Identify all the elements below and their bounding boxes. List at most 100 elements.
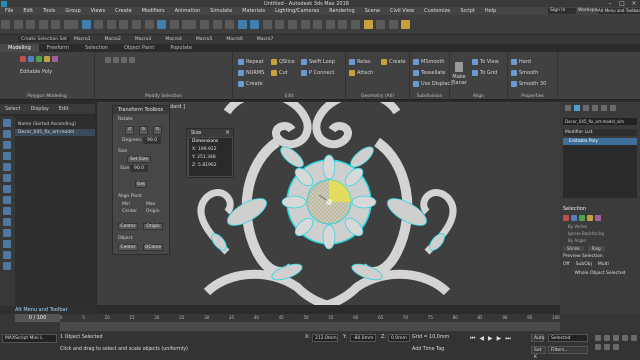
macro4-button[interactable]: Macro4 <box>165 37 181 42</box>
relax-button[interactable]: Relax <box>349 59 371 65</box>
element-icon[interactable] <box>52 56 58 62</box>
next-frame-icon[interactable]: ▶ <box>497 335 502 343</box>
scene-item[interactable]: Decor_045_fix_art-model <box>15 129 95 136</box>
align-icon[interactable] <box>313 20 323 29</box>
reference-coord-icon[interactable] <box>182 20 197 29</box>
layer-explorer-icon[interactable] <box>325 20 335 29</box>
selected-dropdown[interactable]: Selected <box>548 334 588 342</box>
size-input[interactable]: 90.0 <box>130 165 148 172</box>
menu-materials[interactable]: Materials <box>237 8 270 14</box>
by-angle-checkbox[interactable]: By Angle: <box>568 238 632 243</box>
repeat-button[interactable]: Repeat <box>238 59 264 65</box>
menu-scene[interactable]: Scene <box>360 8 385 14</box>
orbit-icon[interactable] <box>604 344 610 350</box>
filter-cameras-icon[interactable] <box>3 152 11 160</box>
menu-create[interactable]: Create <box>110 8 137 14</box>
display-panel-icon[interactable] <box>601 105 607 111</box>
redo-icon[interactable] <box>13 20 23 29</box>
invert-display-icon[interactable] <box>3 240 11 248</box>
close-icon[interactable]: × <box>628 0 640 7</box>
tab-freeform[interactable]: Freeform <box>39 44 77 52</box>
angle-snap-icon[interactable] <box>250 20 260 29</box>
pivot-center-button[interactable]: Center <box>118 223 138 230</box>
menu-group[interactable]: Group <box>60 8 85 14</box>
rotate-center-icon[interactable]: ↻ <box>139 126 148 135</box>
unlink-icon[interactable] <box>38 20 48 29</box>
workspace-select[interactable]: Alt Menu and Toolbar <box>598 8 640 14</box>
swift-loop-button[interactable]: Swift Loop <box>301 59 335 65</box>
cut-button[interactable]: Cut <box>271 70 288 76</box>
qslice-button[interactable]: QSlice <box>271 59 295 65</box>
macro1-button[interactable]: Macro1 <box>74 37 90 42</box>
object-name-input[interactable]: Decor_045_fix_art-model_sim <box>563 118 637 125</box>
geometry-create-button[interactable]: Create <box>381 59 406 65</box>
stack-item-editable-poly[interactable]: Editable Poly <box>563 138 637 145</box>
max-radio[interactable]: Max <box>146 202 155 207</box>
spinner-snap-icon[interactable] <box>275 20 285 29</box>
create-panel-icon[interactable] <box>565 105 571 111</box>
schematic-view-icon[interactable] <box>351 20 361 29</box>
subobj-polygon-icon[interactable] <box>587 215 593 221</box>
render-setup-icon[interactable] <box>376 20 386 29</box>
grow-icon[interactable] <box>105 57 111 63</box>
menu-modifiers[interactable]: Modifiers <box>137 8 170 14</box>
play-icon[interactable]: ▶ <box>488 335 493 343</box>
link-icon[interactable] <box>26 20 36 29</box>
x-coordinate-field[interactable]: 212.0mm <box>312 334 338 342</box>
material-editor-icon[interactable] <box>363 20 373 29</box>
menu-views[interactable]: Views <box>86 8 110 14</box>
sync-selection-icon[interactable] <box>3 262 11 270</box>
go-to-end-icon[interactable]: ⏭ <box>505 335 510 343</box>
get-button[interactable]: Get <box>135 181 147 188</box>
menu-lighting-cameras[interactable]: Lighting/Cameras <box>270 8 324 14</box>
macro3-button[interactable]: Macro3 <box>135 37 151 42</box>
filter-icon[interactable] <box>63 20 78 29</box>
selection-set-dropdown[interactable]: Create Selection Set <box>18 37 70 42</box>
preview-multi-radio[interactable]: Multi <box>598 262 609 267</box>
pan-icon[interactable] <box>595 344 601 350</box>
keyboard-shortcut-icon[interactable] <box>225 20 235 29</box>
make-planar-button[interactable]: Make Planar <box>451 62 467 86</box>
menu-rendering[interactable]: Rendering <box>324 8 360 14</box>
by-vertex-checkbox[interactable]: By Vertex <box>568 224 632 229</box>
track-bar[interactable] <box>60 322 560 331</box>
rotate-left-icon[interactable]: ↺ <box>125 126 134 135</box>
prev-frame-icon[interactable]: ◀ <box>479 335 484 343</box>
move-icon[interactable] <box>131 20 141 29</box>
tab-select[interactable]: Select <box>0 106 25 112</box>
filter-spacewarps-icon[interactable] <box>3 174 11 182</box>
rect-selection-icon[interactable] <box>106 20 116 29</box>
attach-button[interactable]: Attach <box>349 70 373 76</box>
vertex-icon[interactable] <box>20 56 26 62</box>
preview-off-radio[interactable]: Off <box>563 262 570 267</box>
tessellate-button[interactable]: Tessellate <box>413 70 445 76</box>
macro5-button[interactable]: Macro5 <box>196 37 212 42</box>
to-grid-button[interactable]: To Grid <box>472 70 497 76</box>
curve-editor-icon[interactable] <box>338 20 348 29</box>
tab-selection[interactable]: Selection <box>77 44 116 52</box>
percent-snap-icon[interactable] <box>262 20 272 29</box>
sign-in-button[interactable]: Sign In <box>548 8 576 14</box>
auto-key-button[interactable]: Auto <box>531 334 544 342</box>
undo-icon[interactable] <box>1 20 10 29</box>
go-to-start-icon[interactable]: ⏮ <box>470 335 475 343</box>
bind-spacewarp-icon[interactable] <box>51 20 61 29</box>
mirror-icon[interactable] <box>300 20 310 29</box>
utilities-panel-icon[interactable] <box>610 105 616 111</box>
create-button[interactable]: Create <box>238 81 263 87</box>
filter-xrefs-icon[interactable] <box>3 196 11 204</box>
scale-icon[interactable] <box>157 20 167 29</box>
menu-edit[interactable]: Edit <box>18 8 38 14</box>
menu-script[interactable]: Script <box>455 8 480 14</box>
placement-icon[interactable] <box>169 20 179 29</box>
macro6-button[interactable]: Macro6 <box>226 37 242 42</box>
column-header[interactable]: Name (Sorted Ascending) <box>15 116 95 129</box>
rotate-right-icon[interactable]: ↻ <box>153 126 162 135</box>
subobj-border-icon[interactable] <box>579 215 585 221</box>
zoom-all-icon[interactable] <box>604 335 610 341</box>
size-close-icon[interactable]: × <box>225 129 230 136</box>
smooth-30-button[interactable]: Smooth 30 <box>511 81 546 87</box>
preview-subobj-radio[interactable]: SubObj <box>576 262 592 267</box>
z-coordinate-field[interactable]: 0.0mm <box>388 334 410 342</box>
ignore-backfacing-checkbox[interactable]: Ignore Backfacing <box>568 231 632 236</box>
